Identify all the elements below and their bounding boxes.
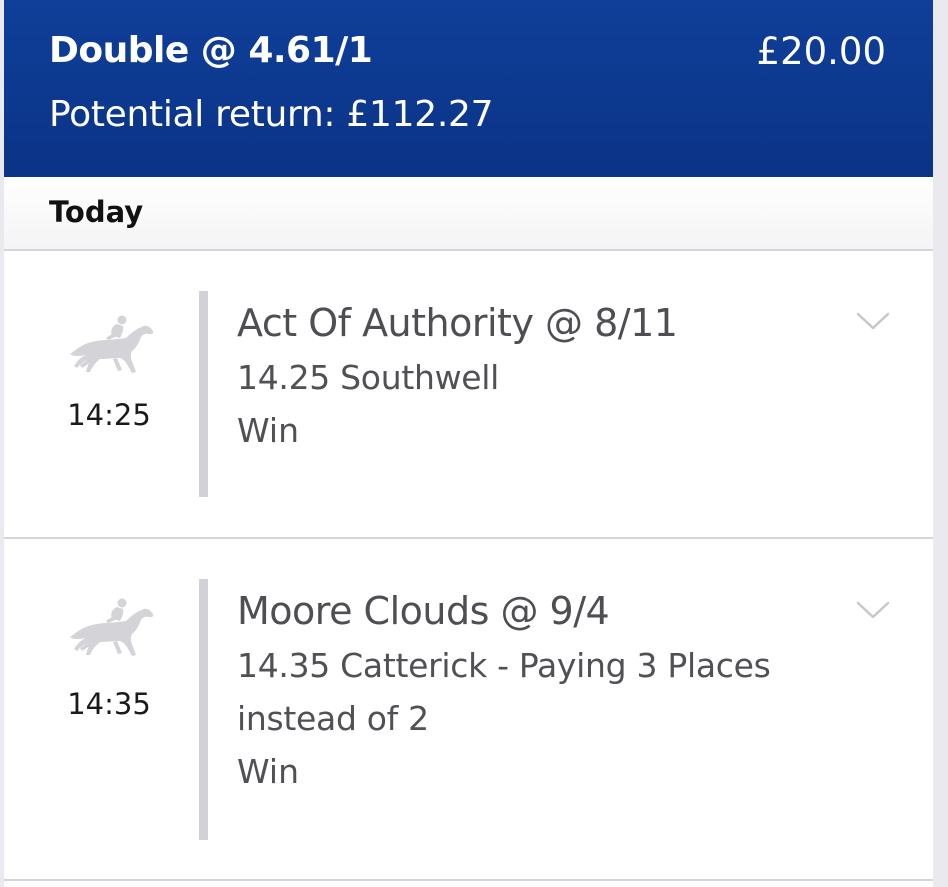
selection-divider xyxy=(199,579,208,840)
day-label: Today xyxy=(49,195,144,229)
race-time: 14:25 xyxy=(67,398,151,432)
selection-name-odds: Moore Clouds @ 9/4 xyxy=(237,589,610,633)
day-section-header: Today xyxy=(4,177,933,251)
selection-row[interactable]: 14:25 Act Of Authority @ 8/11 14.25 Sout… xyxy=(4,251,933,539)
bet-card: Double @ 4.61/1 £20.00 Potential return:… xyxy=(4,0,933,887)
selection-divider xyxy=(199,291,208,497)
selection-row[interactable]: 14:35 Moore Clouds @ 9/4 14.35 Catterick… xyxy=(4,539,933,881)
bet-type-odds: Double @ 4.61/1 xyxy=(49,30,373,71)
bet-summary-header[interactable]: Double @ 4.61/1 £20.00 Potential return:… xyxy=(4,0,933,177)
next-row-edge xyxy=(4,881,933,887)
chevron-down-icon[interactable] xyxy=(856,600,890,620)
selection-details: Moore Clouds @ 9/4 14.35 Catterick - Pay… xyxy=(237,583,837,799)
selection-details: Act Of Authority @ 8/11 14.25 Southwell … xyxy=(237,295,837,458)
race-info: 14.35 Catterick - Paying 3 Places instea… xyxy=(237,646,771,738)
betslip-frame: Double @ 4.61/1 £20.00 Potential return:… xyxy=(0,0,948,887)
race-time: 14:35 xyxy=(67,687,151,721)
selection-name-odds: Act Of Authority @ 8/11 xyxy=(237,301,678,345)
bet-stake: £20.00 xyxy=(756,30,886,73)
chevron-down-icon[interactable] xyxy=(856,311,890,331)
market-type: Win xyxy=(237,411,299,450)
race-info: 14.25 Southwell xyxy=(237,358,499,397)
horse-racing-icon xyxy=(70,598,154,656)
market-type: Win xyxy=(237,752,299,791)
horse-racing-icon xyxy=(70,315,154,373)
potential-return: Potential return: £112.27 xyxy=(49,94,494,135)
